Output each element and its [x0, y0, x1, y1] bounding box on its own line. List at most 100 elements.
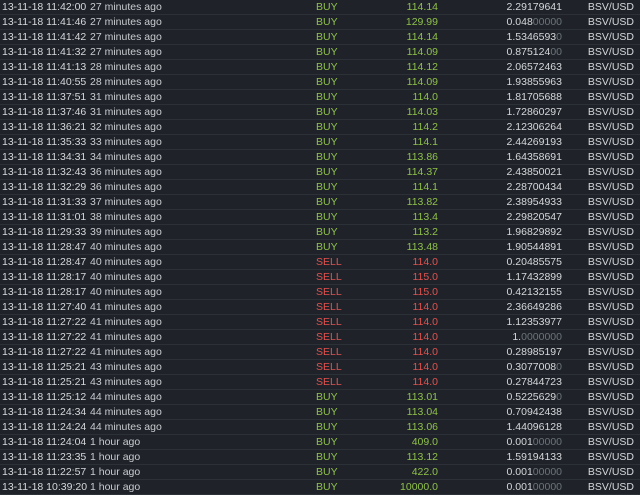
trade-pair: BSV/USD — [587, 256, 634, 268]
trade-price: 114.2 — [412, 121, 439, 133]
trade-time: 13-11-18 11:36:21 — [2, 121, 87, 133]
trade-price: 114.0 — [412, 301, 439, 313]
trade-side: BUY — [316, 121, 338, 133]
trade-pair: BSV/USD — [587, 106, 634, 118]
trade-time: 13-11-18 11:41:42 — [2, 31, 87, 43]
trade-side: BUY — [316, 391, 338, 403]
trade-row: 13-11-18 11:24:24 44 minutes ago BUY 113.06… — [0, 420, 640, 435]
trade-time: 13-11-18 11:28:17 — [2, 286, 87, 298]
trade-row: 13-11-18 11:36:21 32 minutes ago BUY 114.2 2… — [0, 120, 640, 135]
trade-side: BUY — [316, 406, 338, 418]
trade-time: 13-11-18 11:37:46 — [2, 106, 87, 118]
trade-amount: 2.29820547 — [507, 210, 562, 224]
trade-price: 10000.0 — [400, 481, 438, 493]
trade-amount-value: 0.3077008 — [506, 361, 557, 373]
trade-time: 13-11-18 11:28:47 — [2, 256, 87, 268]
trade-price: 114.1 — [412, 136, 439, 148]
trade-amount: 1.12353977 — [507, 315, 562, 329]
trade-relative-time: 1 hour ago — [90, 481, 141, 493]
trade-price: 113.12 — [406, 451, 438, 463]
trade-side: BUY — [316, 181, 338, 193]
trade-amount: 0.42132155 — [507, 285, 562, 299]
trade-relative-time: 27 minutes ago — [90, 1, 162, 13]
trade-amount-value: 0.42132155 — [506, 286, 562, 298]
trade-time: 13-11-18 11:41:46 — [2, 16, 87, 28]
trade-price: 114.14 — [406, 31, 438, 43]
trade-pair: BSV/USD — [587, 166, 634, 178]
trade-price: 113.04 — [406, 406, 438, 418]
trade-relative-time: 1 hour ago — [90, 451, 141, 463]
trade-time: 13-11-18 11:23:35 — [2, 451, 87, 463]
trade-amount: 0.70942438 — [507, 405, 562, 419]
trade-price: 114.0 — [412, 331, 439, 343]
trade-pair: BSV/USD — [587, 61, 634, 73]
trade-time: 13-11-18 11:42:00 — [2, 1, 87, 13]
trade-row: 13-11-18 11:41:32 27 minutes ago BUY 114.09… — [0, 45, 640, 60]
trade-pair: BSV/USD — [587, 151, 634, 163]
trade-side: BUY — [316, 436, 338, 448]
trade-amount-value: 2.36649286 — [506, 301, 562, 313]
trade-relative-time: 43 minutes ago — [90, 361, 162, 373]
trade-pair: BSV/USD — [587, 466, 634, 478]
trade-amount: 0.00100000 — [507, 465, 562, 479]
trade-pair: BSV/USD — [587, 76, 634, 88]
trade-pair: BSV/USD — [587, 436, 634, 448]
trade-price: 129.99 — [405, 16, 438, 28]
trade-price: 113.2 — [412, 226, 439, 238]
trade-relative-time: 41 minutes ago — [90, 316, 162, 328]
trade-amount-value: 2.43850021 — [506, 166, 562, 178]
trade-side: SELL — [316, 316, 342, 328]
trade-time: 13-11-18 11:40:55 — [2, 76, 87, 88]
trade-relative-time: 40 minutes ago — [90, 256, 162, 268]
trade-price: 114.03 — [406, 106, 438, 118]
trade-side: BUY — [316, 46, 338, 58]
trade-price: 114.14 — [406, 1, 438, 13]
trade-pair: BSV/USD — [587, 226, 634, 238]
trade-price: 114.09 — [406, 46, 438, 58]
trade-row: 13-11-18 11:24:04 1 hour ago BUY 409.0 0.001… — [0, 435, 640, 450]
trade-amount-value: 2.38954933 — [506, 196, 562, 208]
trade-time: 13-11-18 11:28:17 — [2, 271, 87, 283]
trade-amount: 1.81705688 — [507, 90, 562, 104]
trade-side: BUY — [316, 16, 338, 28]
trade-amount: 1.0000000 — [512, 330, 562, 344]
trade-relative-time: 38 minutes ago — [90, 211, 162, 223]
trade-pair: BSV/USD — [587, 301, 634, 313]
trade-amount-trailing-zeros: 0000000 — [521, 331, 562, 343]
trade-row: 13-11-18 11:42:00 27 minutes ago BUY 114.14… — [0, 0, 640, 15]
trade-relative-time: 40 minutes ago — [90, 271, 162, 283]
trade-amount-value: 0.5225629 — [506, 391, 557, 403]
trade-relative-time: 31 minutes ago — [90, 106, 162, 118]
trade-amount: 1.96829892 — [507, 225, 562, 239]
trade-pair: BSV/USD — [587, 331, 634, 343]
trade-amount: 0.87512400 — [507, 45, 562, 59]
trade-row: 13-11-18 11:37:46 31 minutes ago BUY 114.03… — [0, 105, 640, 120]
trade-price: 114.37 — [406, 166, 438, 178]
trade-amount-value: 0.70942438 — [506, 406, 562, 418]
trade-time: 13-11-18 11:32:29 — [2, 181, 87, 193]
trade-amount-trailing-zeros: 00000 — [532, 481, 562, 493]
trade-amount-value: 2.28700434 — [506, 181, 562, 193]
trade-time: 13-11-18 11:31:33 — [2, 196, 87, 208]
trade-relative-time: 34 minutes ago — [90, 151, 162, 163]
trade-time: 13-11-18 11:24:04 — [2, 436, 87, 448]
trade-price: 113.01 — [406, 391, 438, 403]
trade-time: 13-11-18 11:34:31 — [2, 151, 87, 163]
trade-relative-time: 31 minutes ago — [90, 91, 162, 103]
trade-row: 13-11-18 11:27:40 41 minutes ago SELL 114.0… — [0, 300, 640, 315]
trade-amount: 2.12306264 — [507, 120, 562, 134]
trade-pair: BSV/USD — [587, 391, 634, 403]
trade-amount: 0.30770080 — [507, 360, 562, 374]
trade-pair: BSV/USD — [587, 241, 634, 253]
trade-relative-time: 28 minutes ago — [90, 61, 162, 73]
trade-time: 13-11-18 11:27:22 — [2, 346, 87, 358]
trade-row: 13-11-18 11:41:42 27 minutes ago BUY 114.14… — [0, 30, 640, 45]
trade-row: 13-11-18 11:27:22 41 minutes ago SELL 114.0… — [0, 330, 640, 345]
trade-pair: BSV/USD — [587, 316, 634, 328]
trade-pair: BSV/USD — [587, 481, 634, 493]
trade-pair: BSV/USD — [587, 286, 634, 298]
trade-price: 114.0 — [412, 361, 439, 373]
trade-relative-time: 27 minutes ago — [90, 46, 162, 58]
trade-pair: BSV/USD — [587, 31, 634, 43]
trade-side: BUY — [316, 91, 338, 103]
